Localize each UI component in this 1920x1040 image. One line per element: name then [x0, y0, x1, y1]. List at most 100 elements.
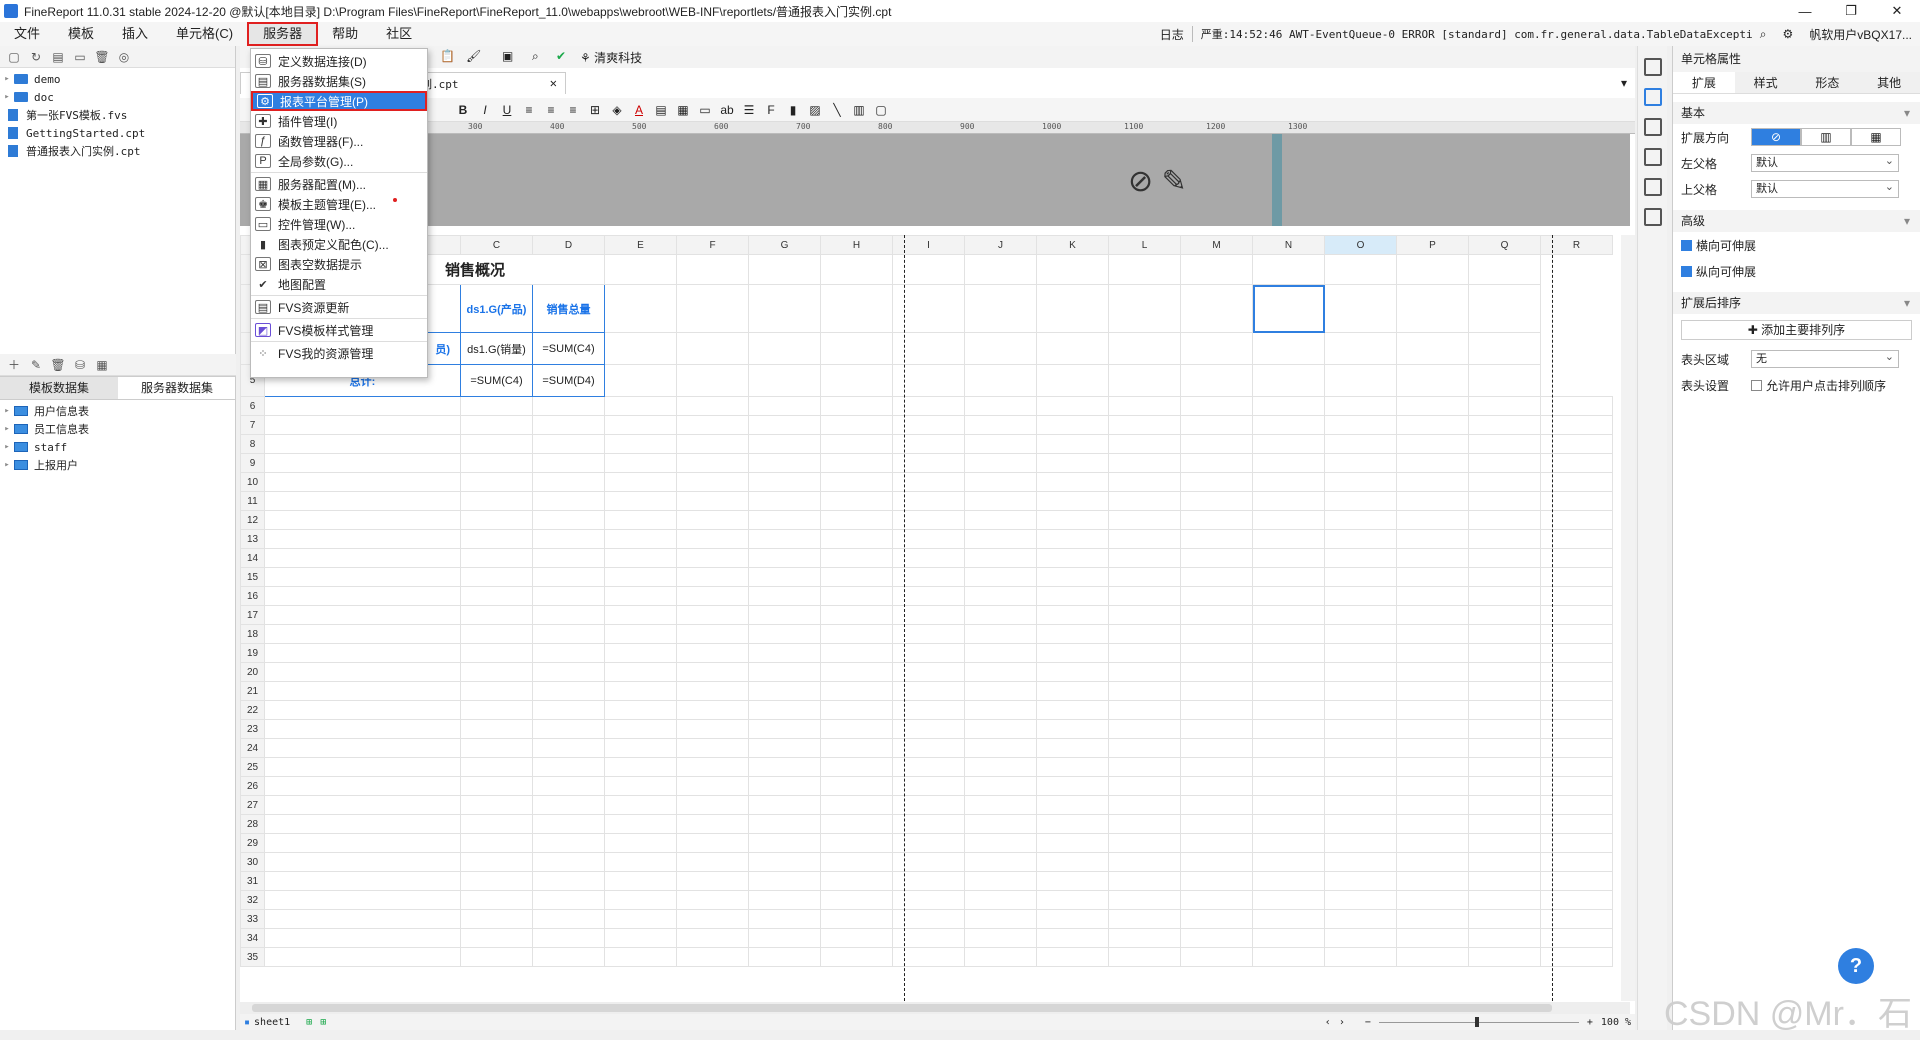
- grid-cell[interactable]: [964, 947, 1037, 967]
- grid-cell[interactable]: [1108, 605, 1181, 625]
- grid-cell[interactable]: [964, 738, 1037, 758]
- grid-cell[interactable]: [964, 510, 1037, 530]
- grid-cell[interactable]: [964, 852, 1037, 872]
- grid-cell[interactable]: [1180, 624, 1253, 644]
- grid-cell[interactable]: [676, 510, 749, 530]
- grid-cell[interactable]: [820, 415, 893, 435]
- grid-cell[interactable]: [1108, 700, 1181, 720]
- copy-icon[interactable]: ▭: [72, 50, 88, 64]
- grid-cell[interactable]: [1324, 605, 1397, 625]
- grid-cell[interactable]: [1468, 548, 1541, 568]
- grid-cell[interactable]: [532, 567, 605, 587]
- grid-cell[interactable]: [676, 586, 749, 606]
- grid-cell[interactable]: [748, 833, 821, 853]
- grid-cell[interactable]: [604, 700, 677, 720]
- grid-cell[interactable]: [1324, 510, 1397, 530]
- subreport-icon[interactable]: ▥: [848, 100, 870, 120]
- grid-cell[interactable]: [1252, 548, 1325, 568]
- grid-cell[interactable]: [748, 700, 821, 720]
- header-area-select[interactable]: 无: [1751, 349, 1899, 368]
- grid-cell[interactable]: [1324, 757, 1397, 777]
- grid-cell[interactable]: [820, 890, 893, 910]
- grid-cell[interactable]: [1180, 795, 1253, 815]
- selected-cell-o[interactable]: [1252, 284, 1325, 333]
- font-color-icon[interactable]: A: [628, 100, 650, 120]
- grid-cell[interactable]: [1180, 662, 1253, 682]
- grid-cell[interactable]: [748, 586, 821, 606]
- menu-item-define-connection[interactable]: ⛁ 定义数据连接(D): [251, 51, 427, 71]
- delete-icon[interactable]: 🗑: [94, 50, 110, 64]
- grid-cell[interactable]: [964, 624, 1037, 644]
- grid-cell[interactable]: [964, 795, 1037, 815]
- grid-cell[interactable]: [1108, 871, 1181, 891]
- grid-cell[interactable]: [264, 415, 461, 435]
- grid-cell[interactable]: [820, 719, 893, 739]
- grid-cell[interactable]: [964, 776, 1037, 796]
- grid-cell[interactable]: [1396, 928, 1469, 948]
- grid-cell[interactable]: [1396, 567, 1469, 587]
- tree-item-current[interactable]: 普通报表入门实例.cpt: [0, 142, 235, 160]
- grid-cell[interactable]: [748, 662, 821, 682]
- grid-cell[interactable]: [1468, 814, 1541, 834]
- grid-cell[interactable]: [1396, 396, 1469, 416]
- grid-cell[interactable]: [1252, 415, 1325, 435]
- grid-cell[interactable]: [1180, 434, 1253, 454]
- grid-cell[interactable]: [1396, 453, 1469, 473]
- grid-cell[interactable]: [1468, 396, 1541, 416]
- grid-cell[interactable]: [1396, 719, 1469, 739]
- grid-cell[interactable]: [1252, 700, 1325, 720]
- richtext-icon[interactable]: ☰: [738, 100, 760, 120]
- grid-cell[interactable]: [748, 681, 821, 701]
- spreadsheet-grid[interactable]: B C D E F G H I J K L M N O P Q R: [240, 235, 1635, 1001]
- grid-cell[interactable]: [264, 586, 461, 606]
- grid-cell[interactable]: [1396, 586, 1469, 606]
- grid-cell[interactable]: [1396, 529, 1469, 549]
- check-icon[interactable]: ✔: [556, 49, 566, 63]
- image-icon[interactable]: ▨: [804, 100, 826, 120]
- grid-cell[interactable]: [676, 719, 749, 739]
- grid-cell[interactable]: [748, 909, 821, 929]
- settings-icon[interactable]: ⚙: [1775, 27, 1802, 41]
- grid-cell[interactable]: [460, 928, 533, 948]
- grid-cell[interactable]: [1108, 738, 1181, 758]
- grid-cell[interactable]: [1036, 567, 1109, 587]
- grid-cell[interactable]: [264, 928, 461, 948]
- clean-tech-button[interactable]: ⚘ 清爽科技: [580, 49, 642, 66]
- close-tab-icon[interactable]: ✕: [550, 76, 557, 90]
- grid-cell[interactable]: [532, 719, 605, 739]
- row-header[interactable]: 22: [240, 700, 265, 720]
- grid-cell[interactable]: [676, 757, 749, 777]
- grid-cell[interactable]: [460, 529, 533, 549]
- grid-cell[interactable]: [460, 871, 533, 891]
- grid-cell[interactable]: [604, 738, 677, 758]
- grid-cell[interactable]: [1108, 681, 1181, 701]
- grid-cell[interactable]: [748, 605, 821, 625]
- insert-row-icon[interactable]: ▭: [694, 100, 716, 120]
- grid-cell[interactable]: [820, 700, 893, 720]
- grid-cell[interactable]: [820, 757, 893, 777]
- grid-cell[interactable]: [1324, 567, 1397, 587]
- grid-cell[interactable]: [1396, 795, 1469, 815]
- menu-help[interactable]: 帮助: [318, 22, 372, 46]
- grid-cell[interactable]: [676, 567, 749, 587]
- row-header[interactable]: 34: [240, 928, 265, 948]
- grid-cell[interactable]: [1036, 852, 1109, 872]
- grid-cell[interactable]: [460, 795, 533, 815]
- grid-cell[interactable]: [820, 928, 893, 948]
- expand-vertical-button[interactable]: ▥: [1801, 128, 1851, 146]
- dataset-item[interactable]: ▸ 上报用户: [0, 456, 236, 474]
- zoom-slider[interactable]: [1378, 1016, 1579, 1027]
- row-header[interactable]: 35: [240, 947, 265, 967]
- grid-cell[interactable]: [1036, 586, 1109, 606]
- column-header[interactable]: Q: [1468, 235, 1541, 255]
- grid-cell[interactable]: [532, 453, 605, 473]
- grid-cell[interactable]: [1252, 928, 1325, 948]
- grid-cell[interactable]: [1036, 624, 1109, 644]
- grid-cell[interactable]: [1252, 738, 1325, 758]
- tab-menu-icon[interactable]: ▾: [1621, 76, 1627, 90]
- grid-cell[interactable]: [1324, 472, 1397, 492]
- grid-cell[interactable]: [676, 605, 749, 625]
- grid-cell[interactable]: [748, 472, 821, 492]
- grid-cell[interactable]: [604, 947, 677, 967]
- grid-cell[interactable]: [676, 738, 749, 758]
